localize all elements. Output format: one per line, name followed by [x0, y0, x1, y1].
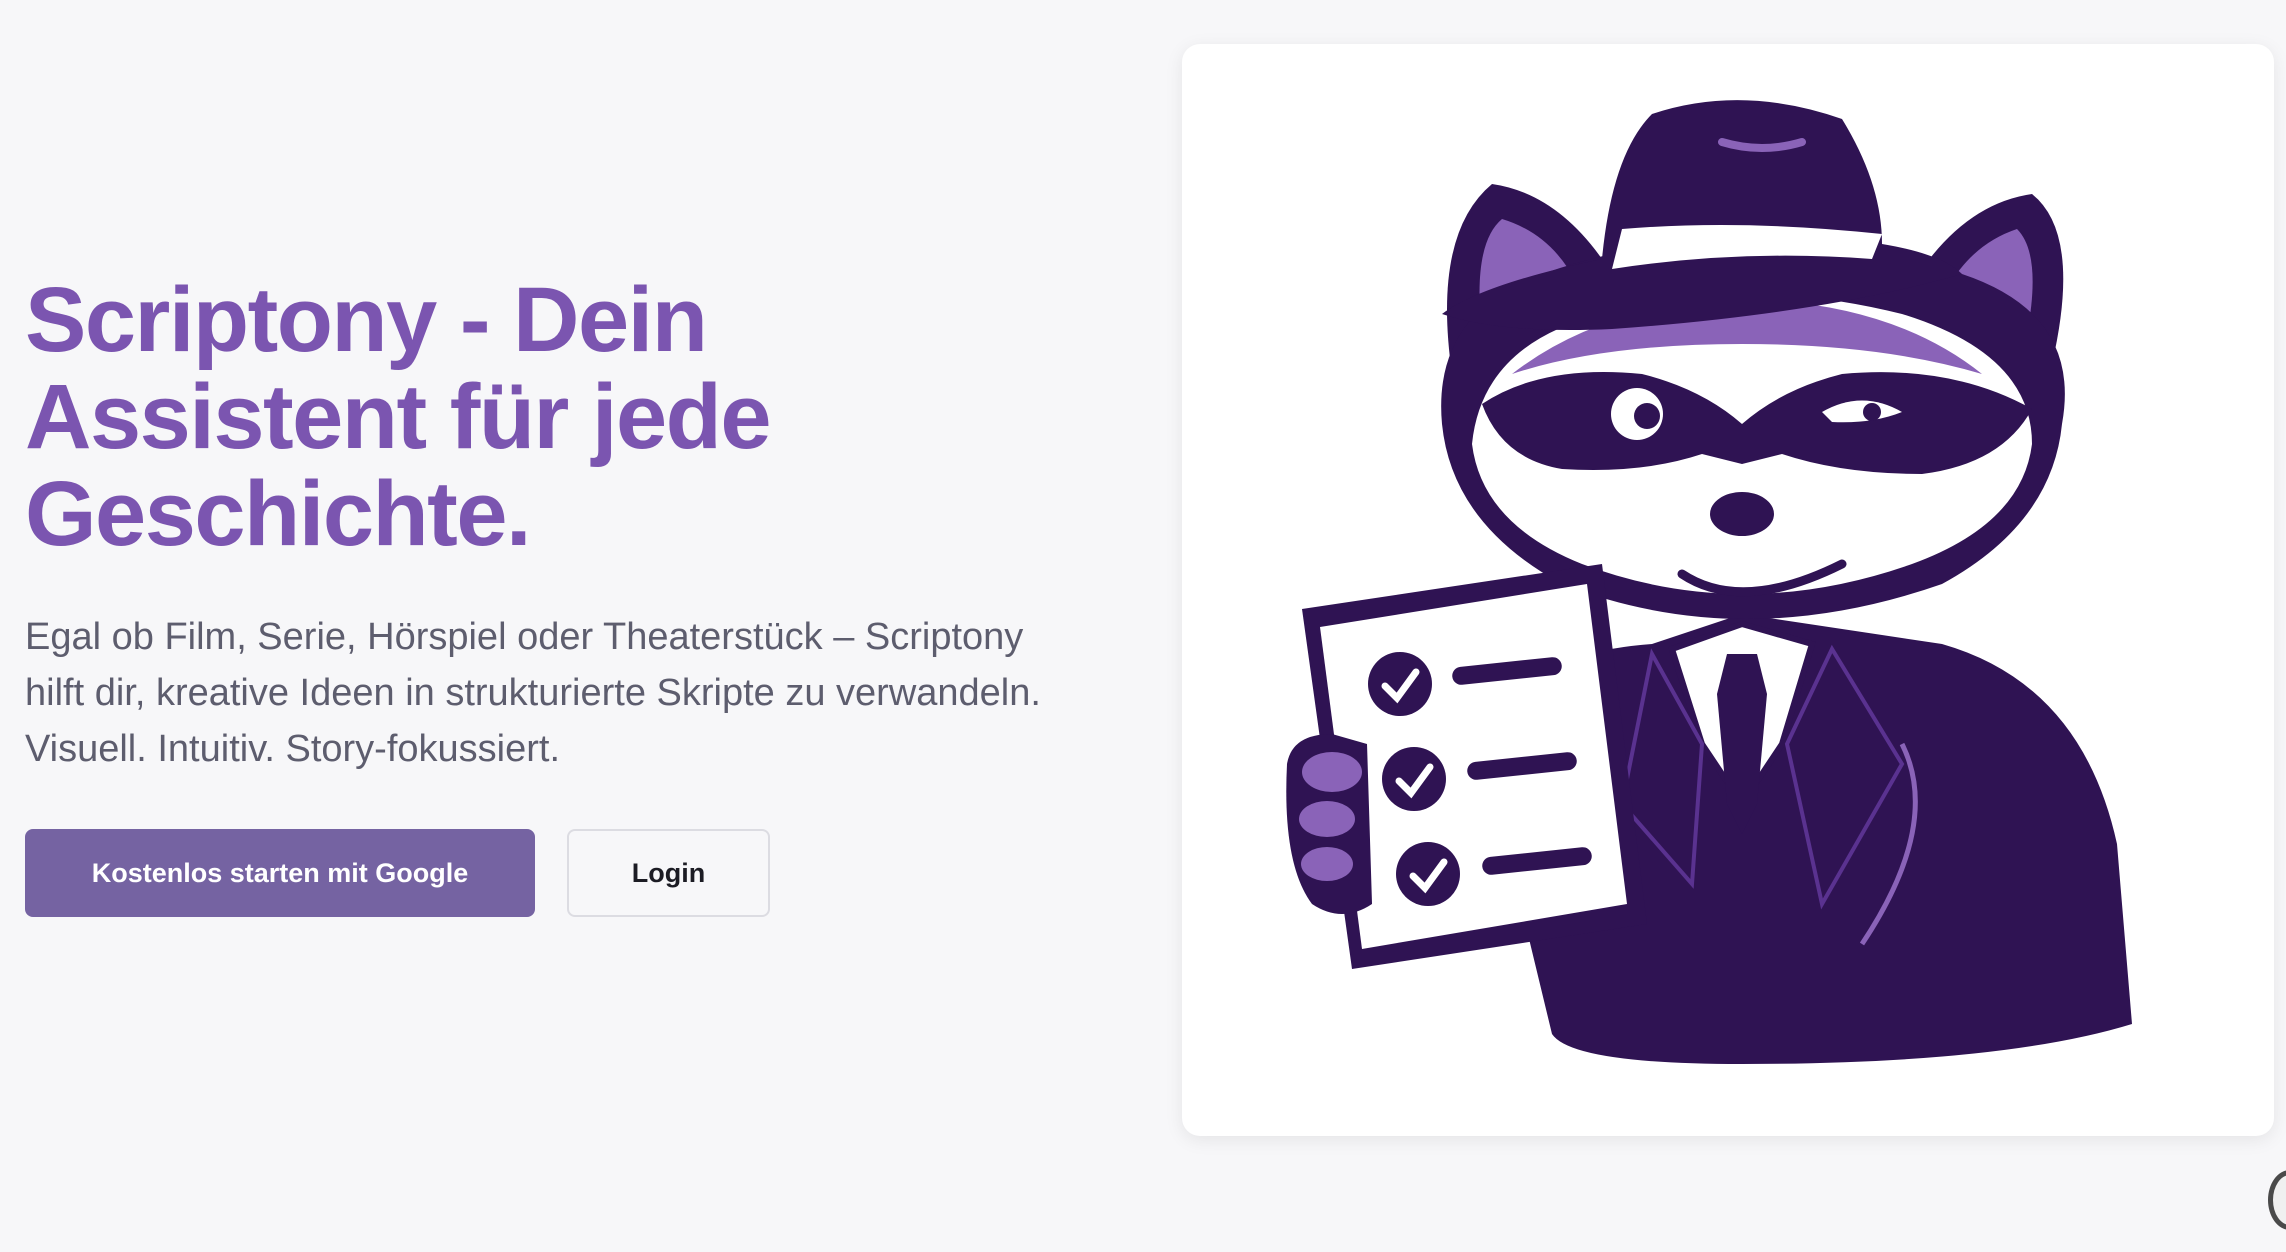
hero-image-card	[1182, 44, 2274, 1136]
hero-headline: Scriptony - Dein Assistent für jede Gesc…	[25, 269, 771, 565]
raccoon-mascot-illustration	[1286, 100, 2132, 1064]
hero-subtext: Egal ob Film, Serie, Hörspiel oder Theat…	[25, 616, 1041, 770]
login-button[interactable]: Login	[567, 829, 770, 917]
google-signup-button[interactable]: Kostenlos starten mit Google	[25, 829, 535, 917]
cta-buttons: Kostenlos starten mit Google Login	[25, 829, 1145, 917]
hero-text-section: Scriptony - Dein Assistent für jede Gesc…	[25, 272, 1145, 917]
help-widget-button[interactable]	[2268, 1170, 2286, 1230]
landing-page: Scriptony - Dein Assistent für jede Gesc…	[0, 0, 2286, 1252]
